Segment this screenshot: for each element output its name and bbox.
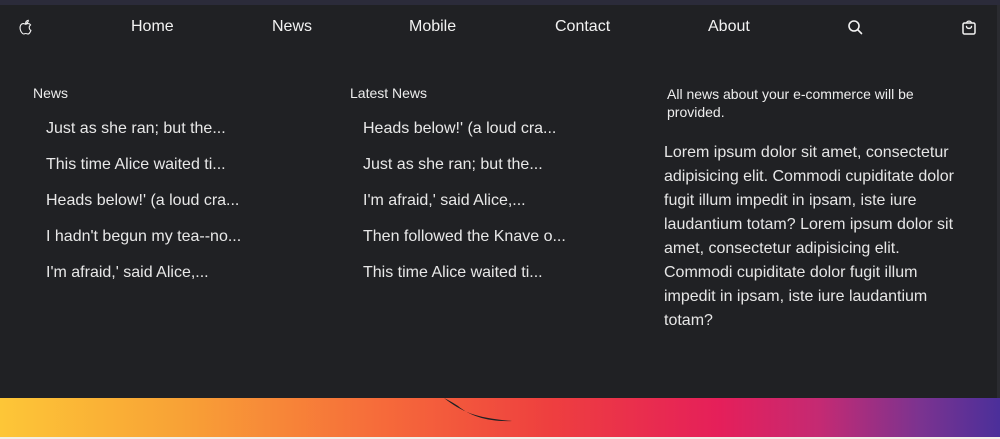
news-list: Just as she ran; but the... This time Al…: [46, 119, 241, 299]
news-link[interactable]: I hadn't begun my tea--no...: [46, 227, 241, 263]
nav-news[interactable]: News: [272, 5, 312, 49]
latest-news-column-title: Latest News: [350, 85, 428, 101]
nav-home[interactable]: Home: [131, 5, 174, 49]
news-mega-menu: News Just as she ran; but the... This ti…: [0, 49, 1000, 398]
latest-news-link[interactable]: This time Alice waited ti...: [363, 263, 566, 299]
news-link[interactable]: Just as she ran; but the...: [46, 119, 241, 155]
latest-news-link[interactable]: Heads below!' (a loud cra...: [363, 119, 566, 155]
latest-news-list: Heads below!' (a loud cra... Just as she…: [363, 119, 566, 299]
news-intro-text: All news about your e-commerce will be p…: [667, 86, 914, 120]
hero-gradient-banner: [0, 398, 1000, 439]
news-column-title: News: [33, 85, 69, 101]
nav-mobile[interactable]: Mobile: [409, 5, 456, 49]
search-icon[interactable]: [846, 18, 864, 36]
apple-icon[interactable]: [17, 18, 35, 36]
shopping-bag-icon[interactable]: [960, 18, 978, 36]
page: Home News Mobile Contact About News Just…: [0, 0, 1000, 439]
nav-about[interactable]: About: [708, 5, 750, 49]
global-nav: Home News Mobile Contact About: [0, 5, 1000, 49]
nav-contact[interactable]: Contact: [555, 5, 610, 49]
latest-news-link[interactable]: I'm afraid,' said Alice,...: [363, 191, 566, 227]
latest-news-link[interactable]: Just as she ran; but the...: [363, 155, 566, 191]
hero-artwork: [444, 398, 512, 422]
latest-news-link[interactable]: Then followed the Knave o...: [363, 227, 566, 263]
news-description: Lorem ipsum dolor sit amet, consectetur …: [664, 144, 954, 329]
news-link[interactable]: I'm afraid,' said Alice,...: [46, 263, 241, 299]
news-link[interactable]: This time Alice waited ti...: [46, 155, 241, 191]
news-link[interactable]: Heads below!' (a loud cra...: [46, 191, 241, 227]
